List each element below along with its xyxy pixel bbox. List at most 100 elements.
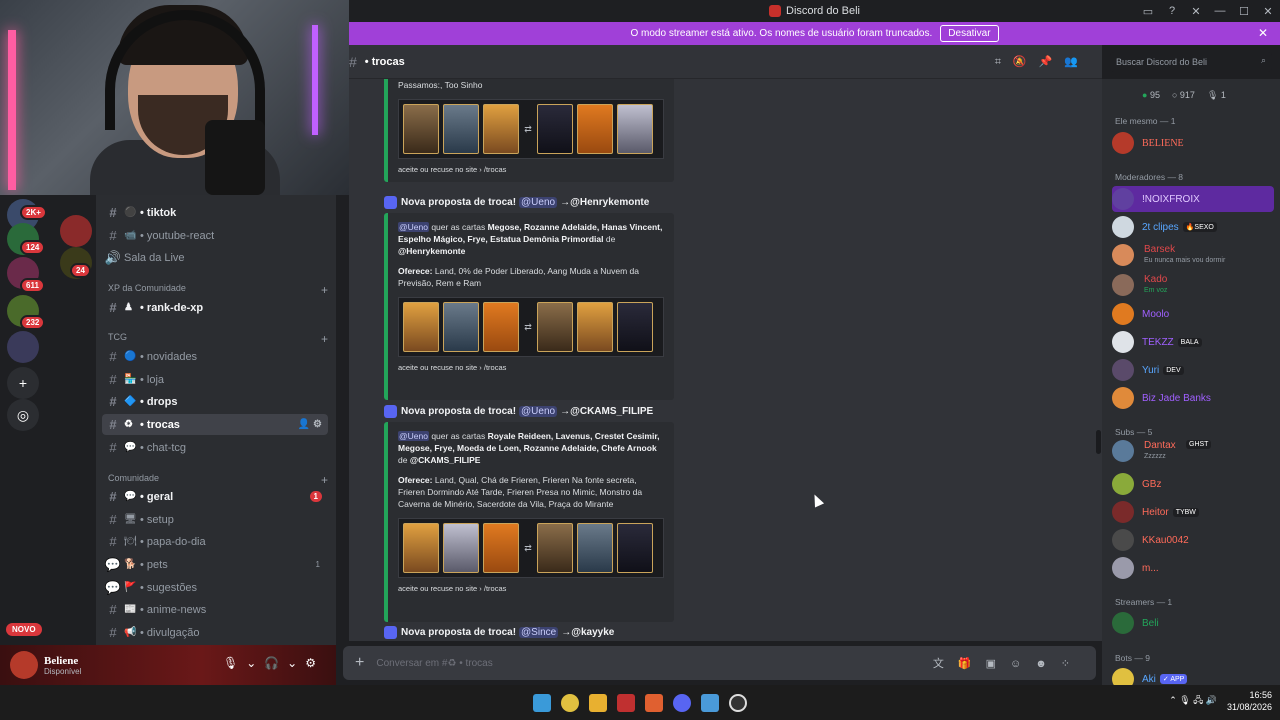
- chrome-icon[interactable]: [561, 693, 579, 712]
- channel-papa-do-dia[interactable]: # 🍽 • papa-do-dia: [102, 531, 328, 552]
- avatar: [1112, 529, 1134, 551]
- voice-controls[interactable]: 🎙⌄🎧⌄⚙: [223, 656, 324, 670]
- attach-icon[interactable]: +: [355, 654, 364, 672]
- notepad-icon[interactable]: [701, 693, 719, 712]
- add-channel-icon[interactable]: +: [321, 473, 328, 487]
- cards-image[interactable]: ⇄: [398, 297, 664, 357]
- server-rail: 2K+ 124 611 232 24 + ◎: [0, 195, 96, 685]
- channel-settings-icon[interactable]: 👤 ⚙: [298, 419, 322, 430]
- member-item[interactable]: Dantax GHST Zzzzzz: [1112, 438, 1274, 464]
- member-item[interactable]: GBz: [1112, 471, 1274, 497]
- member-item[interactable]: KKau0042: [1112, 527, 1274, 553]
- folder-icon[interactable]: [589, 693, 607, 712]
- channel-trocas[interactable]: # ♻ • trocas 👤 ⚙: [102, 414, 328, 435]
- start-icon[interactable]: [533, 693, 551, 712]
- cards-image[interactable]: ⇄: [398, 99, 664, 159]
- avatar: [1112, 612, 1134, 634]
- search-icon: ⌕: [1260, 55, 1266, 65]
- member-item[interactable]: Beli: [1112, 610, 1274, 636]
- trade-icon: [384, 196, 397, 209]
- member-name: Yuri: [1142, 364, 1160, 376]
- tray-icons[interactable]: ⌃ 🎙 🖧 🔊: [1169, 693, 1217, 709]
- channel-pets[interactable]: 💬 🐕 • pets 1: [102, 554, 328, 575]
- inbox-icon[interactable]: ▭: [1136, 5, 1160, 18]
- avatar: [1112, 216, 1134, 238]
- search-input[interactable]: Buscar Discord do Beli ⌕: [1110, 52, 1272, 72]
- message-input[interactable]: + Conversar em #♻ • trocas 文🎁▣☺☻⁘: [343, 646, 1096, 680]
- avatar: [1112, 557, 1134, 579]
- channel-novidades[interactable]: # 🔵 • novidades: [102, 346, 328, 367]
- member-item[interactable]: Kado Em voz: [1112, 272, 1274, 298]
- channel-label: • geral: [140, 490, 174, 503]
- avatar[interactable]: [10, 651, 38, 679]
- channel-setup[interactable]: # 🖥 • setup: [102, 509, 328, 530]
- header-tools[interactable]: ⌗🔕📌👥: [995, 55, 1090, 69]
- scrollbar[interactable]: [1096, 430, 1101, 454]
- member-item[interactable]: BELIENE: [1112, 130, 1274, 156]
- obs-icon[interactable]: [729, 693, 747, 712]
- member-item[interactable]: m...: [1112, 555, 1274, 581]
- member-item[interactable]: Barsek Eu nunca mais vou dormir: [1112, 242, 1274, 268]
- category-tcg[interactable]: TCG +: [108, 332, 328, 346]
- help-icon[interactable]: ?: [1160, 5, 1184, 17]
- channel-anime-news[interactable]: # 📰 • anime-news: [102, 599, 328, 620]
- member-status: Zzzzzz: [1144, 453, 1166, 460]
- hash-icon: #: [109, 228, 117, 243]
- disable-streamer-button[interactable]: Desativar: [940, 25, 999, 42]
- message-title: Nova proposta de troca!: [401, 627, 517, 638]
- add-server-icon[interactable]: +: [7, 367, 39, 399]
- member-item[interactable]: Biz Jade Banks: [1112, 385, 1274, 411]
- clock[interactable]: 16:56 31/08/2026: [1227, 689, 1272, 713]
- channel-tiktok[interactable]: # ⚫ • tiktok: [102, 202, 328, 223]
- channel-emoji: 🍽: [124, 536, 137, 547]
- add-channel-icon[interactable]: +: [321, 332, 328, 346]
- mention[interactable]: @Ueno: [519, 197, 558, 208]
- message-title: Nova proposta de troca!: [401, 406, 517, 417]
- input-tools[interactable]: 文🎁▣☺☻⁘: [933, 655, 1084, 671]
- member-item[interactable]: Aki ✓ APP: [1112, 666, 1274, 685]
- maximize-button[interactable]: ☐: [1232, 5, 1256, 18]
- cards-image[interactable]: ⇄: [398, 518, 664, 578]
- server-icon[interactable]: [60, 215, 92, 247]
- channel-loja[interactable]: # 🏪 • loja: [102, 369, 328, 390]
- channel-rank-de-xp[interactable]: # ♟ • rank-de-xp: [102, 297, 328, 318]
- member-item[interactable]: TEKZZ BALA: [1112, 329, 1274, 355]
- avatar: [1112, 473, 1134, 495]
- mention[interactable]: @Since: [519, 627, 559, 638]
- channel-geral[interactable]: # 💬 • geral 1: [102, 486, 328, 507]
- discord-icon[interactable]: [673, 693, 691, 712]
- banner-text: O modo streamer está ativo. Os nomes de …: [630, 28, 933, 39]
- member-item[interactable]: Moolo: [1112, 301, 1274, 327]
- channel-sugestoes[interactable]: 💬 🚩 • sugestões: [102, 577, 328, 598]
- channel-youtube-react[interactable]: # 📹 • youtube-react: [102, 225, 328, 246]
- channel-drops[interactable]: # 🔷 • drops: [102, 391, 328, 412]
- member-item[interactable]: Heitor TYBW: [1112, 499, 1274, 525]
- channel-label: • pets: [140, 558, 168, 571]
- member-item[interactable]: !NOIXFROIX: [1112, 186, 1274, 212]
- message-target[interactable]: @CKAMS_FILIPE: [570, 406, 653, 417]
- channel-chat-tcg[interactable]: # 💬 • chat-tcg: [102, 437, 328, 458]
- close-icon[interactable]: ✕: [1258, 26, 1268, 40]
- hash-icon: #: [109, 512, 117, 527]
- category-comunidade[interactable]: Comunidade +: [108, 473, 328, 487]
- arrow-icon: →: [560, 197, 571, 208]
- server-icon[interactable]: [7, 331, 39, 363]
- user-name: Beliene: [44, 654, 79, 667]
- channel-label: • novidades: [140, 350, 198, 363]
- message-target[interactable]: @Henrykemonte: [570, 197, 649, 208]
- mention-badge: 124: [20, 240, 46, 255]
- member-item[interactable]: Yuri DEV: [1112, 357, 1274, 383]
- app-icon[interactable]: [645, 693, 663, 712]
- category-xp[interactable]: XP da Comunidade +: [108, 283, 328, 297]
- tools-icon[interactable]: ✕: [1184, 5, 1208, 18]
- channel-divulgacao[interactable]: # 📢 • divulgação: [102, 622, 328, 643]
- channel-sala-da-live[interactable]: 🔊 Sala da Live: [102, 247, 328, 268]
- message-target[interactable]: @kayyke: [571, 627, 614, 638]
- mention[interactable]: @Ueno: [519, 406, 558, 417]
- close-window-button[interactable]: ✕: [1256, 5, 1280, 18]
- explore-icon[interactable]: ◎: [7, 399, 39, 431]
- add-channel-icon[interactable]: +: [321, 283, 328, 297]
- member-item[interactable]: 2t clipes 🔥SEXO: [1112, 214, 1274, 240]
- app-icon[interactable]: [617, 693, 635, 712]
- minimize-button[interactable]: —: [1208, 5, 1232, 17]
